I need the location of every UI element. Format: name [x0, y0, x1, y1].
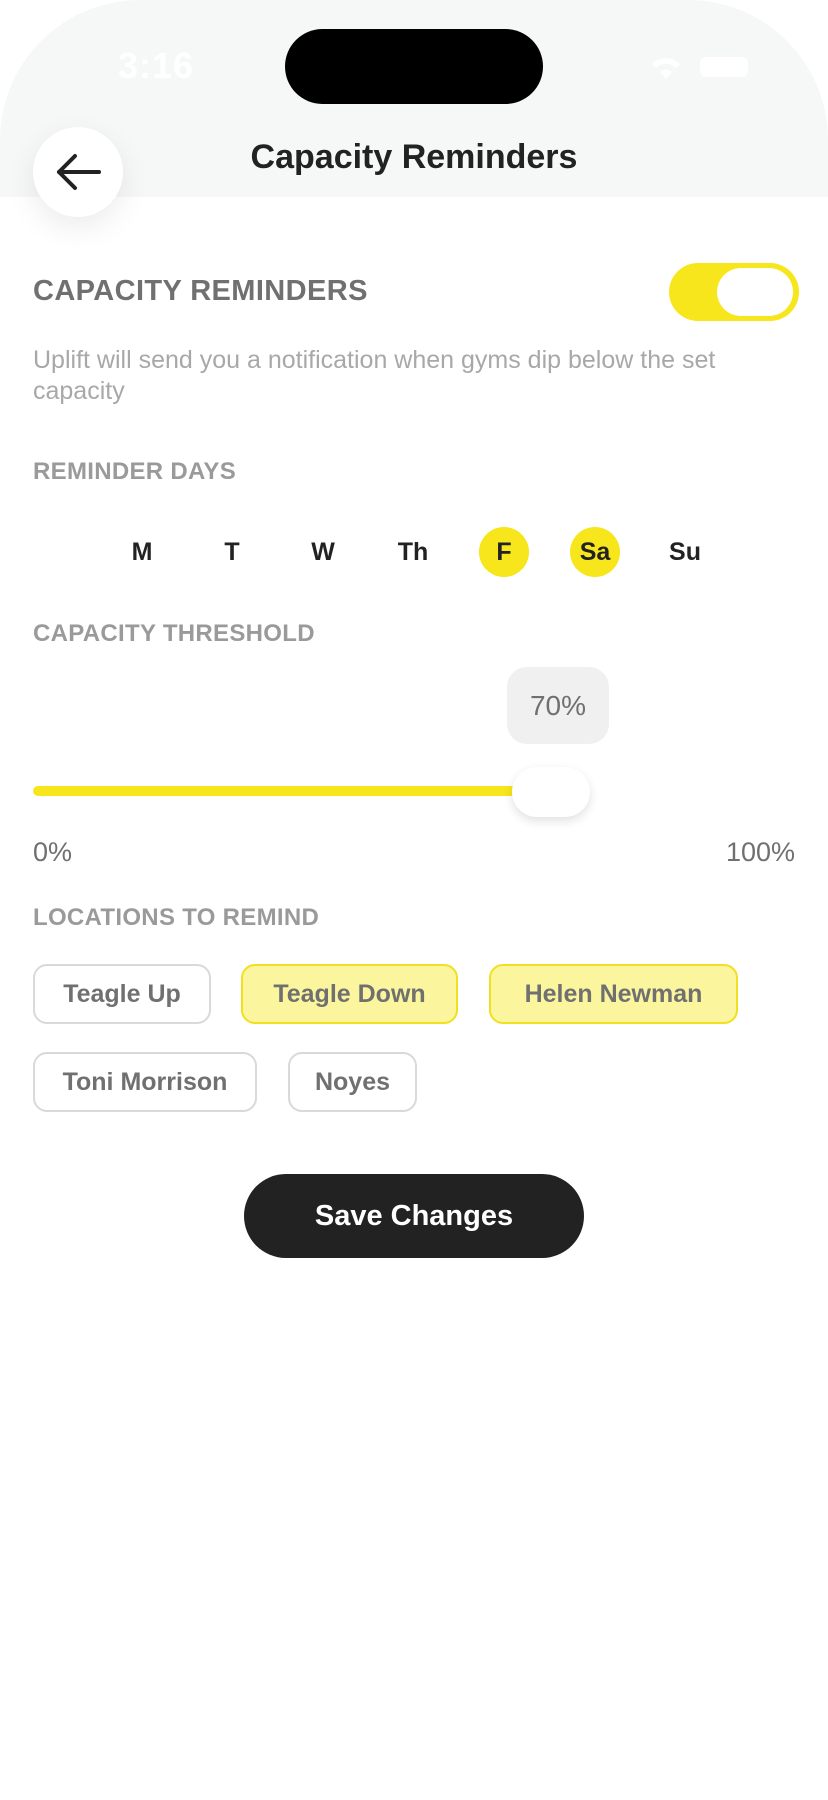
save-changes-button[interactable]: Save Changes [244, 1174, 584, 1258]
location-chip-teagle-up[interactable]: Teagle Up [33, 964, 211, 1024]
day-monday[interactable]: M [117, 527, 167, 577]
day-thursday[interactable]: Th [388, 527, 438, 577]
threshold-slider-thumb[interactable] [512, 767, 590, 817]
dynamic-island [285, 29, 543, 104]
threshold-value-label: 70% [507, 667, 609, 744]
day-tuesday[interactable]: T [207, 527, 257, 577]
app-screen: 3:16 Capacity Reminders CAPACITY REMINDE… [0, 0, 828, 1800]
location-chip-noyes[interactable]: Noyes [288, 1052, 417, 1112]
threshold-slider-track[interactable] [33, 786, 793, 796]
day-saturday[interactable]: Sa [570, 527, 620, 577]
wifi-icon [652, 58, 680, 79]
locations-heading: LOCATIONS TO REMIND [33, 904, 320, 931]
location-chip-helen-newman[interactable]: Helen Newman [489, 964, 738, 1024]
day-sunday[interactable]: Su [660, 527, 710, 577]
toggle-knob [717, 268, 793, 316]
location-chip-toni-morrison[interactable]: Toni Morrison [33, 1052, 257, 1112]
battery-icon [700, 57, 748, 77]
threshold-min-label: 0% [33, 837, 73, 867]
day-friday[interactable]: F [479, 527, 529, 577]
capacity-threshold-heading: CAPACITY THRESHOLD [33, 620, 315, 647]
reminders-description: Uplift will send you a notification when… [33, 346, 716, 405]
capacity-reminders-toggle[interactable] [669, 263, 799, 321]
location-chip-teagle-down[interactable]: Teagle Down [241, 964, 458, 1024]
page-title: Capacity Reminders [250, 138, 578, 176]
capacity-reminders-heading: CAPACITY REMINDERS [33, 275, 368, 307]
threshold-max-label: 100% [725, 837, 795, 867]
reminder-days-heading: REMINDER DAYS [33, 458, 237, 485]
day-wednesday[interactable]: W [298, 527, 348, 577]
reminder-days-selector: M T W Th F Sa Su [117, 527, 701, 579]
threshold-slider-fill [33, 786, 523, 796]
status-time: 3:16 [118, 45, 195, 86]
